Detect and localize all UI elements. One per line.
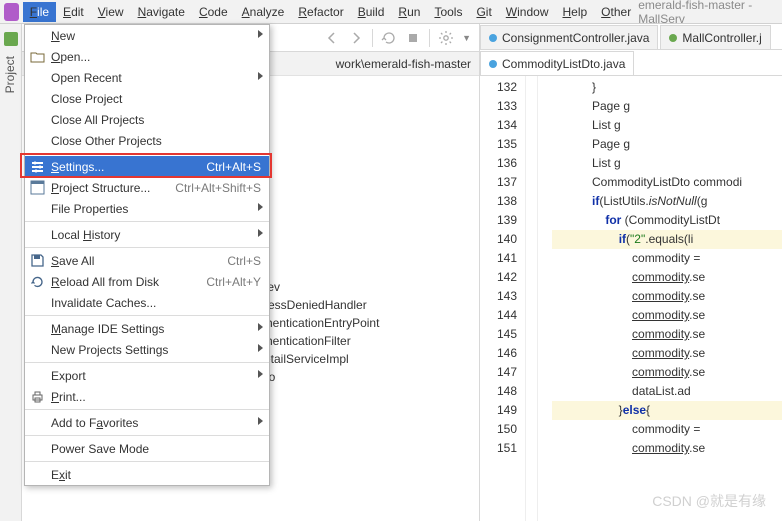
- app-icon: [4, 3, 19, 21]
- menu-analyze[interactable]: Analyze: [235, 2, 292, 22]
- menu-tools[interactable]: Tools: [427, 2, 469, 22]
- file-type-icon: [489, 60, 497, 68]
- project-tool-label[interactable]: Project: [0, 48, 20, 101]
- file-menu: NewOpen...Open RecentClose ProjectClose …: [24, 24, 270, 486]
- chevron-right-icon: [258, 344, 263, 352]
- file-menu-new-projects-settings[interactable]: New Projects Settings: [25, 339, 269, 360]
- file-menu-export[interactable]: Export: [25, 365, 269, 386]
- file-menu-exit[interactable]: Exit: [25, 464, 269, 485]
- file-menu-local-history[interactable]: Local History: [25, 224, 269, 245]
- watermark: CSDN @就是有缘: [652, 491, 766, 511]
- line-numbers: 1321331341351361371381391401411421431441…: [480, 76, 526, 521]
- file-menu-power-save-mode[interactable]: Power Save Mode: [25, 438, 269, 459]
- file-menu-file-properties[interactable]: File Properties: [25, 198, 269, 219]
- file-menu-manage-ide-settings[interactable]: Manage IDE Settings: [25, 318, 269, 339]
- left-gutter: Project: [0, 24, 22, 521]
- chevron-right-icon: [258, 370, 263, 378]
- code-editor[interactable]: 1321331341351361371381391401411421431441…: [480, 76, 782, 521]
- menu-help[interactable]: Help: [555, 2, 594, 22]
- menu-other[interactable]: Other: [594, 2, 638, 22]
- file-type-icon: [489, 34, 497, 42]
- file-menu-open-recent[interactable]: Open Recent: [25, 67, 269, 88]
- file-menu-project-structure[interactable]: Project Structure...Ctrl+Alt+Shift+S: [25, 177, 269, 198]
- code-text[interactable]: } Page g List g Page g List g CommodityL…: [538, 76, 782, 521]
- chevron-right-icon: [258, 203, 263, 211]
- file-type-icon: [669, 34, 677, 42]
- save-icon: [30, 253, 45, 268]
- file-menu-reload-all-from-disk[interactable]: Reload All from DiskCtrl+Alt+Y: [25, 271, 269, 292]
- file-menu-open[interactable]: Open...: [25, 46, 269, 67]
- fold-gutter: [526, 76, 538, 521]
- structure-icon: [30, 180, 45, 195]
- file-menu-print[interactable]: Print...: [25, 386, 269, 407]
- reload-icon: [30, 274, 45, 289]
- file-menu-close-all-projects[interactable]: Close All Projects: [25, 109, 269, 130]
- menu-bar: FileEditViewNavigateCodeAnalyzeRefactorB…: [0, 0, 782, 24]
- menu-file[interactable]: File: [23, 2, 56, 22]
- file-menu-new[interactable]: New: [25, 25, 269, 46]
- menu-run[interactable]: Run: [391, 2, 427, 22]
- file-menu-close-project[interactable]: Close Project: [25, 88, 269, 109]
- window-title: emerald-fish-master - MallServ: [638, 0, 778, 26]
- editor-tabs-row1: ConsignmentController.javaMallController…: [480, 24, 782, 50]
- chevron-right-icon: [258, 30, 263, 38]
- menu-code[interactable]: Code: [192, 2, 235, 22]
- chevron-right-icon: [258, 323, 263, 331]
- menu-build[interactable]: Build: [351, 2, 392, 22]
- file-menu-save-all[interactable]: Save AllCtrl+S: [25, 250, 269, 271]
- reload-icon[interactable]: [381, 30, 397, 46]
- menu-edit[interactable]: Edit: [56, 2, 91, 22]
- stop-icon[interactable]: [405, 30, 421, 46]
- file-menu-invalidate-caches[interactable]: Invalidate Caches...: [25, 292, 269, 313]
- chevron-right-icon: [258, 72, 263, 80]
- editor-tabs-row2: CommodityListDto.java: [480, 50, 782, 76]
- editor-column: ConsignmentController.javaMallController…: [480, 24, 782, 521]
- file-menu-settings[interactable]: Settings...Ctrl+Alt+S: [25, 156, 269, 177]
- tab-consignmentcontroller-java[interactable]: ConsignmentController.java: [480, 25, 658, 49]
- menu-navigate[interactable]: Navigate: [131, 2, 192, 22]
- settings-icon: [30, 159, 45, 174]
- menu-view[interactable]: View: [91, 2, 131, 22]
- chevron-right-icon: [258, 417, 263, 425]
- print-icon: [30, 389, 45, 404]
- open-icon: [30, 49, 45, 64]
- tab-commoditylistdto-java[interactable]: CommodityListDto.java: [480, 51, 634, 75]
- file-menu-close-other-projects[interactable]: Close Other Projects: [25, 130, 269, 151]
- gear-icon[interactable]: [438, 30, 454, 46]
- menu-git[interactable]: Git: [469, 2, 498, 22]
- menu-window[interactable]: Window: [499, 2, 556, 22]
- back-icon[interactable]: [324, 30, 340, 46]
- forward-icon[interactable]: [348, 30, 364, 46]
- chevron-right-icon: [258, 229, 263, 237]
- menu-refactor[interactable]: Refactor: [291, 2, 350, 22]
- project-tool-icon[interactable]: [4, 32, 18, 46]
- file-menu-add-to-favorites[interactable]: Add to Favorites: [25, 412, 269, 433]
- tab-mallcontroller-j[interactable]: MallController.j: [660, 25, 770, 49]
